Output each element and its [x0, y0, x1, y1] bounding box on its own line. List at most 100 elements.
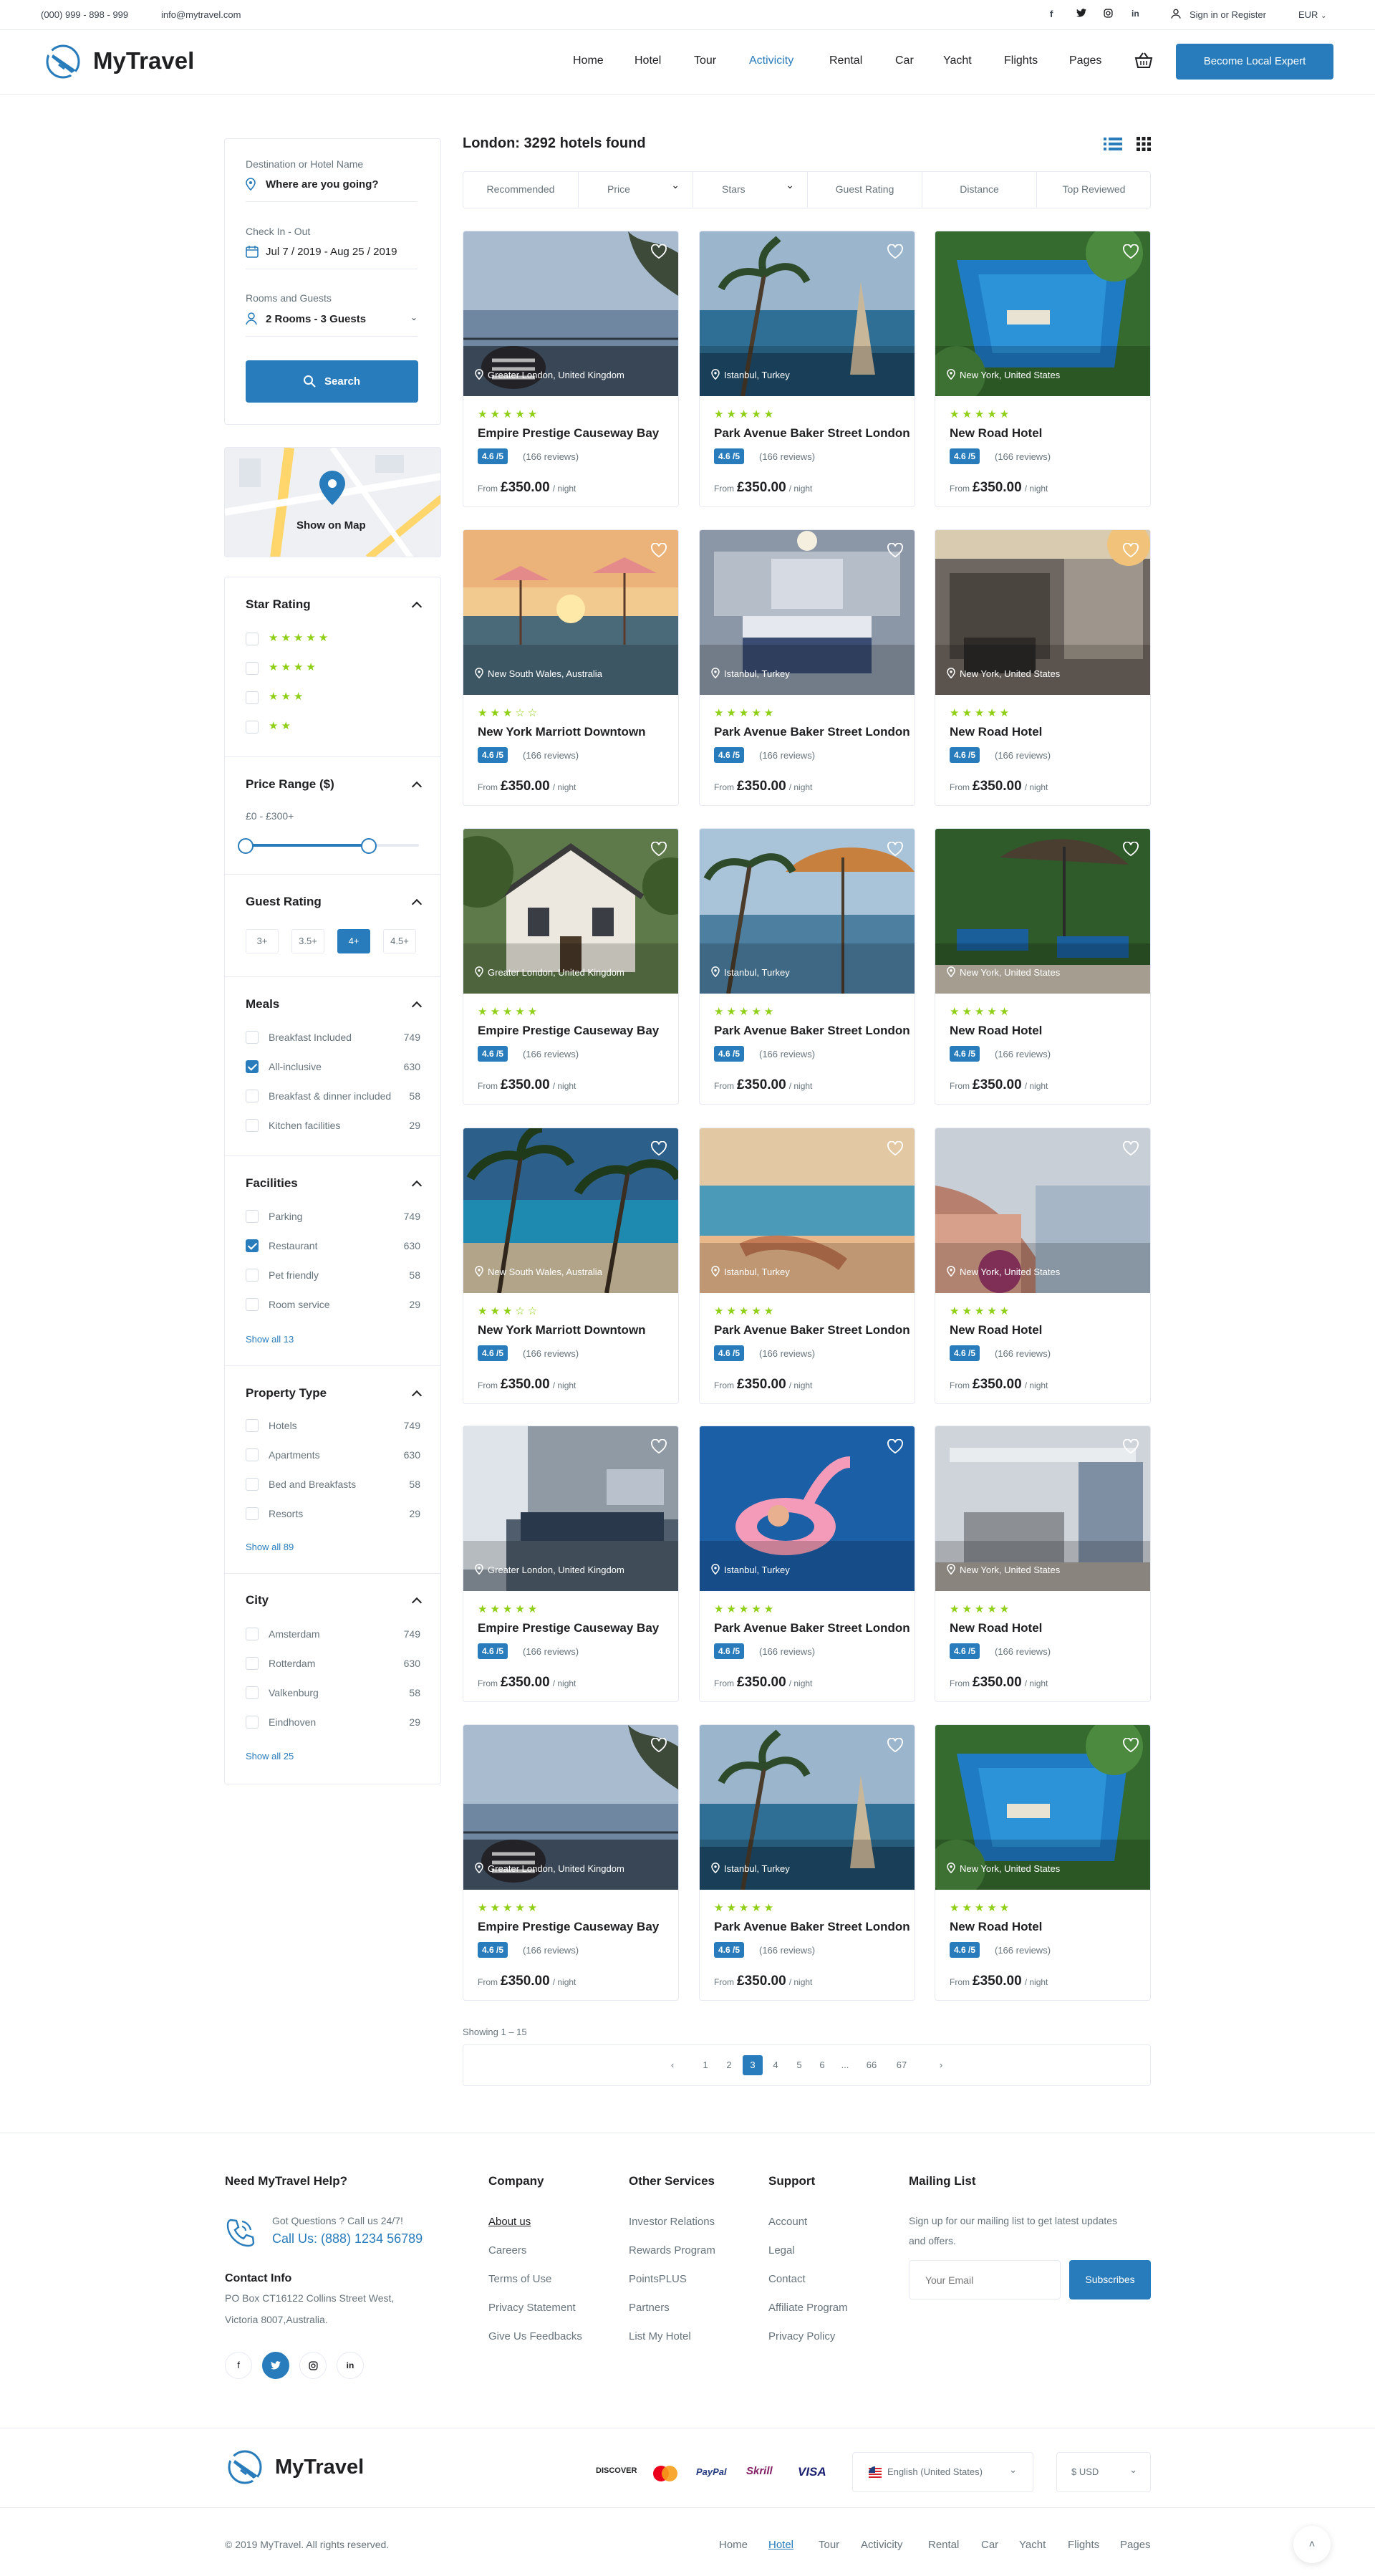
bottom-nav-rental[interactable]: Rental	[928, 2539, 959, 2551]
nav-flights[interactable]: Flights	[1004, 54, 1038, 67]
nav-home[interactable]: Home	[573, 54, 604, 67]
page-number[interactable]: 6	[812, 2055, 832, 2075]
heart-icon[interactable]	[887, 1438, 904, 1455]
checkbox[interactable]	[246, 1060, 259, 1073]
sort-top-reviewed[interactable]: Top Reviewed	[1036, 172, 1151, 208]
guest-rating-option[interactable]: 4.5+	[383, 929, 416, 953]
hotel-card[interactable]: Istanbul, Turkey ★★★★★ Park Avenue Baker S…	[699, 231, 915, 507]
filter-option[interactable]: Room service 29	[225, 1297, 440, 1314]
footer-link[interactable]: Give Us Feedbacks	[488, 2330, 582, 2345]
checkbox[interactable]	[246, 1119, 259, 1132]
bottom-nav-flights[interactable]: Flights	[1068, 2539, 1099, 2551]
checkbox[interactable]	[246, 721, 259, 734]
hotel-name[interactable]: Empire Prestige Causeway Bay	[478, 1024, 659, 1038]
hotel-name[interactable]: Park Avenue Baker Street London	[714, 725, 910, 739]
date-range-input[interactable]: Jul 7 / 2019 - Aug 25 / 2019	[246, 244, 418, 269]
chevron-up-icon[interactable]	[411, 1597, 423, 1608]
filter-option[interactable]: Rotterdam 630	[225, 1655, 440, 1673]
hotel-name[interactable]: Park Avenue Baker Street London	[714, 426, 910, 441]
hotel-name[interactable]: New Road Hotel	[950, 1621, 1042, 1635]
heart-icon[interactable]	[651, 244, 668, 260]
hotel-name[interactable]: New Road Hotel	[950, 1323, 1042, 1337]
filter-option[interactable]: All-inclusive 630	[225, 1059, 440, 1076]
hotel-card[interactable]: New South Wales, Australia ★★★☆☆ New York …	[463, 529, 679, 806]
linkedin-icon[interactable]: in	[1132, 9, 1139, 19]
page-number[interactable]: 2	[719, 2055, 739, 2075]
hotel-name[interactable]: New York Marriott Downtown	[478, 725, 646, 739]
checkbox[interactable]	[246, 1628, 259, 1640]
bottom-nav-tour[interactable]: Tour	[819, 2539, 839, 2551]
filter-option[interactable]: Resorts 29	[225, 1506, 440, 1523]
footer-link[interactable]: Legal	[768, 2244, 848, 2259]
filter-option[interactable]: Eindhoven 29	[225, 1714, 440, 1731]
footer-brand-name[interactable]: MyTravel	[275, 2456, 364, 2479]
footer-link[interactable]: About us	[488, 2216, 582, 2231]
footer-link[interactable]: Affiliate Program	[768, 2302, 848, 2317]
heart-icon[interactable]	[887, 841, 904, 857]
email-link[interactable]: info@mytravel.com	[161, 9, 241, 20]
guest-rating-option[interactable]: 4+	[337, 929, 370, 953]
filter-option[interactable]: Hotels 749	[225, 1418, 440, 1435]
sort-price[interactable]: Price ⌄	[578, 172, 693, 208]
sort-recommended[interactable]: Recommended	[463, 172, 578, 208]
chevron-up-icon[interactable]	[411, 1390, 423, 1401]
checkbox[interactable]	[246, 662, 259, 675]
subscribe-button[interactable]: Subscribes	[1069, 2260, 1151, 2299]
checkbox[interactable]	[246, 633, 259, 645]
checkbox[interactable]	[246, 1716, 259, 1729]
heart-icon[interactable]	[1123, 1438, 1140, 1455]
hotel-card[interactable]: Istanbul, Turkey ★★★★★ Park Avenue Baker S…	[699, 529, 915, 806]
instagram-icon[interactable]	[1104, 9, 1113, 20]
become-expert-button[interactable]: Become Local Expert	[1176, 44, 1333, 80]
hotel-card[interactable]: Greater London, United Kingdom ★★★★★ Empir…	[463, 231, 679, 507]
footer-link[interactable]: Investor Relations	[629, 2216, 715, 2231]
hotel-name[interactable]: New Road Hotel	[950, 1920, 1042, 1934]
hotel-name[interactable]: New Road Hotel	[950, 1024, 1042, 1038]
footer-link[interactable]: Privacy Policy	[768, 2330, 848, 2345]
help-call-number[interactable]: Call Us: (888) 1234 56789	[272, 2231, 423, 2246]
heart-icon[interactable]	[651, 542, 668, 559]
footer-link[interactable]: Account	[768, 2216, 848, 2231]
bottom-nav-activicity[interactable]: Activicity	[861, 2539, 902, 2551]
language-select[interactable]: English (United States) ⌄	[852, 2452, 1033, 2492]
footer-link[interactable]: Contact	[768, 2273, 848, 2288]
bottom-nav-yacht[interactable]: Yacht	[1019, 2539, 1046, 2551]
price-slider-track[interactable]	[246, 844, 419, 847]
heart-icon[interactable]	[651, 1140, 668, 1157]
footer-link[interactable]: Terms of Use	[488, 2273, 582, 2288]
hotel-card[interactable]: New York, United States ★★★★★ New Road Hot…	[935, 1724, 1151, 2001]
hotel-name[interactable]: Park Avenue Baker Street London	[714, 1323, 910, 1337]
prev-page-icon[interactable]: ‹	[662, 2055, 682, 2075]
facebook-icon[interactable]: f	[1050, 9, 1053, 19]
signin-link[interactable]: Sign in or Register	[1190, 9, 1266, 20]
footer-link[interactable]: Partners	[629, 2302, 715, 2317]
heart-icon[interactable]	[1123, 542, 1140, 559]
hotel-card[interactable]: Greater London, United Kingdom ★★★★★ Empir…	[463, 828, 679, 1105]
brand-name[interactable]: MyTravel	[93, 47, 194, 75]
back-to-top-button[interactable]: ˄	[1293, 2526, 1331, 2563]
hotel-card[interactable]: Istanbul, Turkey ★★★★★ Park Avenue Baker S…	[699, 1128, 915, 1404]
destination-input[interactable]: Where are you going?	[246, 176, 418, 202]
page-number[interactable]: 66	[862, 2055, 882, 2075]
list-view-icon[interactable]	[1104, 137, 1122, 154]
rooms-guests-select[interactable]: 2 Rooms - 3 Guests ⌄	[246, 311, 418, 337]
filter-option[interactable]: Pet friendly 58	[225, 1267, 440, 1284]
hotel-card[interactable]: New York, United States ★★★★★ New Road Hot…	[935, 529, 1151, 806]
heart-icon[interactable]	[1123, 1737, 1140, 1754]
price-slider-max-handle[interactable]	[361, 838, 377, 854]
nav-hotel[interactable]: Hotel	[635, 54, 661, 67]
instagram-icon[interactable]	[299, 2352, 327, 2379]
chevron-up-icon[interactable]	[411, 1001, 423, 1012]
email-input[interactable]	[909, 2260, 1061, 2299]
price-slider-min-handle[interactable]	[238, 838, 254, 854]
footer-logo-icon[interactable]	[225, 2447, 266, 2490]
currency-select[interactable]: EUR ⌄	[1298, 9, 1326, 20]
hotel-name[interactable]: Park Avenue Baker Street London	[714, 1920, 910, 1934]
checkbox[interactable]	[246, 1507, 259, 1520]
cart-icon[interactable]	[1134, 52, 1153, 72]
filter-option[interactable]: Amsterdam 749	[225, 1626, 440, 1643]
checkbox[interactable]	[246, 1657, 259, 1670]
bottom-nav-home[interactable]: Home	[719, 2539, 748, 2551]
phone-number[interactable]: (000) 999 - 898 - 999	[41, 9, 128, 20]
next-page-icon[interactable]: ›	[931, 2055, 951, 2075]
